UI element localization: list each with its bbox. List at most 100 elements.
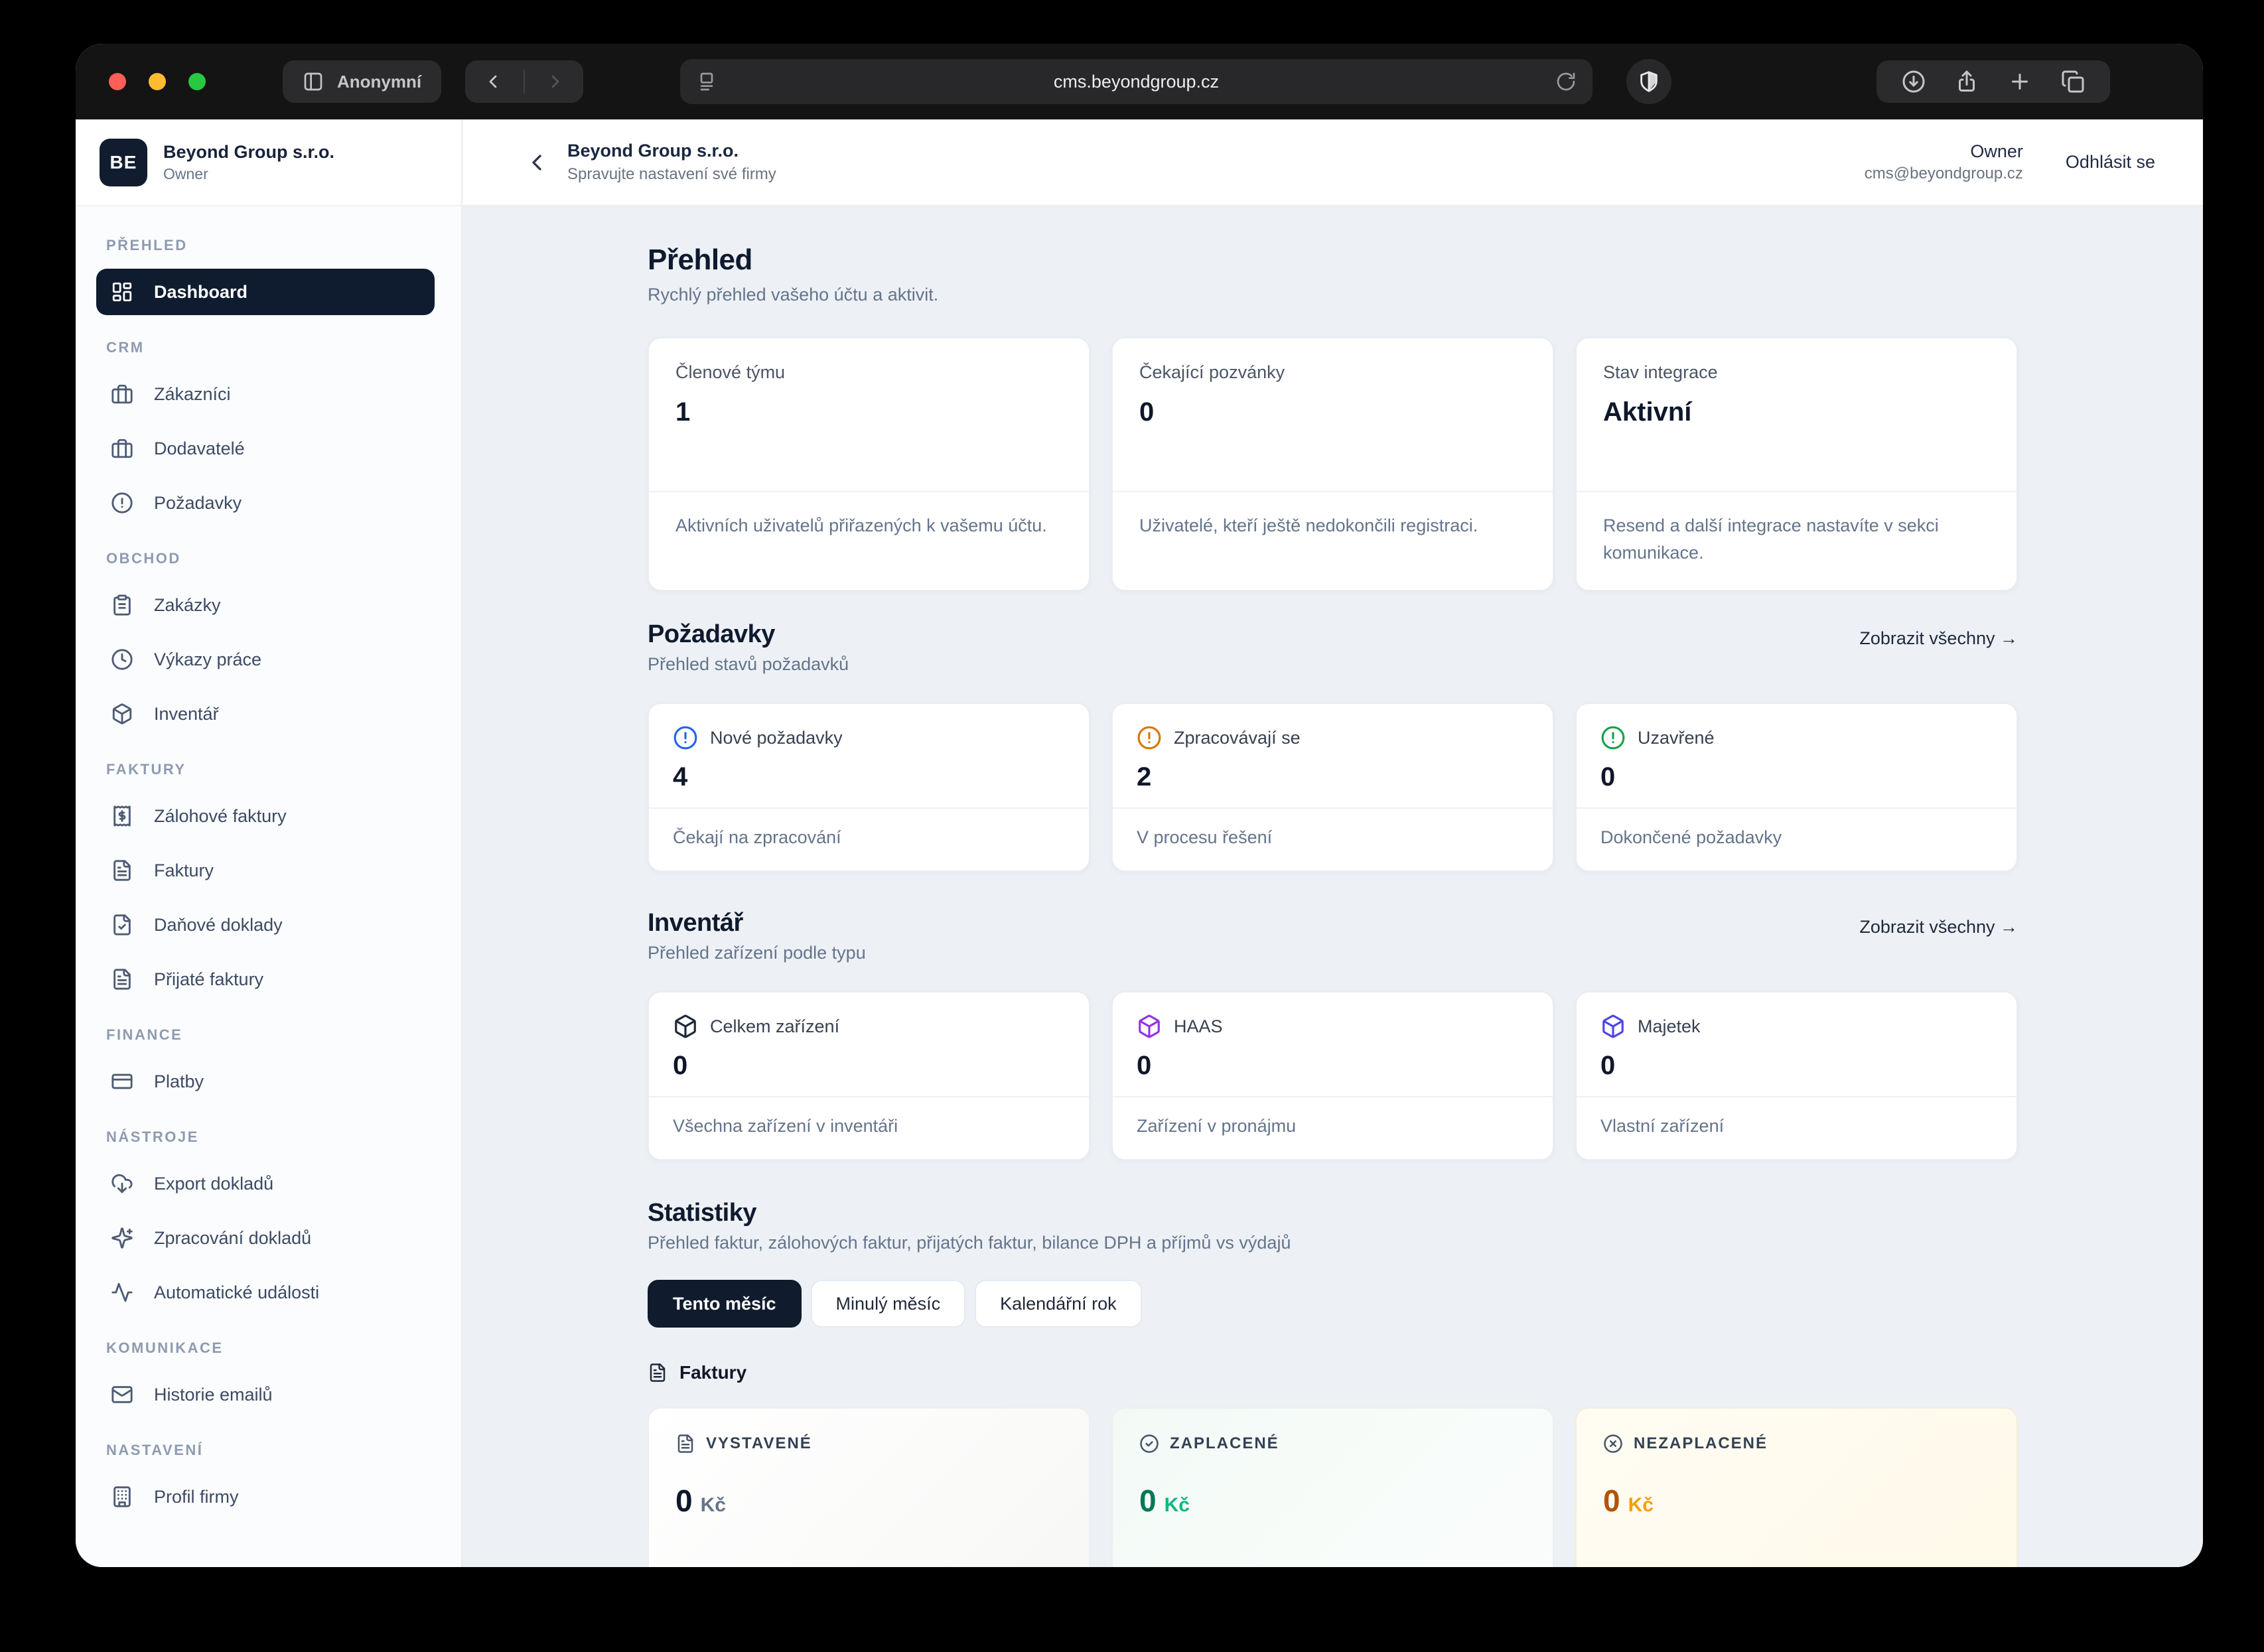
browser-titlebar: Anonymní cms.beyondgroup.cz: [76, 44, 2203, 119]
history-nav: [465, 60, 583, 103]
sidebar-item-dashboard[interactable]: Dashboard: [96, 269, 435, 315]
private-profile-badge[interactable]: Anonymní: [283, 60, 441, 103]
sidebar-item-zakazky[interactable]: Zakázky: [96, 582, 435, 628]
shield-icon: [1638, 70, 1660, 93]
card-description: Dokončené požadavky: [1577, 809, 2016, 870]
share-icon[interactable]: [1955, 70, 1979, 94]
header-role: Owner: [1865, 141, 2023, 162]
sidebar-item-label: Zpracování dokladů: [154, 1228, 311, 1249]
invoice-card-unpaid: NEZAPLACENÉ 0 Kč: [1575, 1407, 2018, 1567]
stat-card-total-devices: Celkem zařízení 0 Všechna zařízení v inv…: [648, 991, 1090, 1160]
forward-icon[interactable]: [545, 71, 566, 92]
zoom-window-button[interactable]: [188, 73, 206, 90]
sidebar-item-zpracovani-dokladu[interactable]: Zpracování dokladů: [96, 1215, 435, 1261]
profile-badge-label: Anonymní: [337, 72, 421, 92]
sidebar-item-label: Automatické události: [154, 1282, 319, 1303]
nav-section-prehled: PŘEHLED Dashboard: [76, 237, 461, 315]
alert-circle-icon: [1137, 725, 1162, 750]
card-value: 2: [1137, 762, 1529, 792]
invoice-card-currency: Kč: [1628, 1494, 1654, 1517]
minimize-window-button[interactable]: [149, 73, 166, 90]
reload-icon[interactable]: [1555, 71, 1577, 92]
package-icon: [673, 1014, 698, 1039]
sidebar-item-historie-emailu[interactable]: Historie emailů: [96, 1371, 435, 1418]
invoices-group-label: Faktury: [679, 1362, 746, 1383]
alert-circle-icon: [673, 725, 698, 750]
new-tab-icon[interactable]: [2008, 70, 2032, 94]
sidebar-item-pozadavky[interactable]: Požadavky: [96, 480, 435, 526]
nav-section-label: FINANCE: [106, 1026, 461, 1044]
briefcase-icon: [111, 383, 133, 405]
invoice-card-value: 0: [1139, 1483, 1157, 1519]
nav-section-obchod: OBCHOD Zakázky Výkazy práce Inventář: [76, 550, 461, 737]
tab-overview-icon[interactable]: [2061, 70, 2085, 94]
file-text-icon: [111, 859, 133, 882]
invoice-card-label: VYSTAVENÉ: [706, 1434, 812, 1453]
close-window-button[interactable]: [109, 73, 126, 90]
nav-section-label: CRM: [106, 339, 461, 356]
card-label: Majetek: [1638, 1016, 1701, 1037]
privacy-shield-button[interactable]: [1626, 59, 1671, 104]
back-icon[interactable]: [482, 71, 504, 92]
check-circle-icon: [1139, 1434, 1159, 1454]
nav-section-label: NASTAVENÍ: [106, 1442, 461, 1459]
card-title: Čekající pozvánky: [1139, 362, 1526, 383]
sidebar-item-export-dokladu[interactable]: Export dokladů: [96, 1160, 435, 1207]
card-description: Aktivních uživatelů přiřazených k vašemu…: [649, 492, 1089, 563]
sidebar-item-label: Export dokladů: [154, 1174, 273, 1194]
sidebar-item-faktury[interactable]: Faktury: [96, 847, 435, 894]
section-subtitle-requests: Přehled stavů požadavků: [648, 654, 2018, 675]
downloads-icon[interactable]: [1902, 70, 1926, 94]
sidebar-nav: PŘEHLED Dashboard CRM Zákazníci Dodavate…: [76, 206, 461, 1567]
statistics-period-tabs: Tento měsíc Minulý měsíc Kalendářní rok: [648, 1280, 2018, 1328]
x-circle-icon: [1603, 1434, 1623, 1454]
sidebar-item-prijate-faktury[interactable]: Přijaté faktury: [96, 956, 435, 1002]
sidebar-item-label: Zálohové faktury: [154, 806, 287, 827]
sidebar-item-profil-firmy[interactable]: Profil firmy: [96, 1474, 435, 1520]
sidebar-item-label: Zakázky: [154, 595, 221, 616]
sparkles-icon: [111, 1227, 133, 1249]
sidebar-item-dodavatele[interactable]: Dodavatelé: [96, 425, 435, 472]
back-button[interactable]: [522, 148, 551, 177]
tab-minuly-mesic[interactable]: Minulý měsíc: [811, 1280, 966, 1328]
requests-see-all-link[interactable]: Zobrazit všechny →: [1859, 628, 2018, 649]
card-description: Uživatelé, kteří ještě nedokončili regis…: [1113, 492, 1553, 563]
sidebar-item-automaticke-udalosti[interactable]: Automatické události: [96, 1269, 435, 1316]
sidebar-company-name: Beyond Group s.r.o.: [163, 141, 334, 163]
alert-circle-icon: [111, 492, 133, 514]
sidebar-item-vykazy-prace[interactable]: Výkazy práce: [96, 636, 435, 683]
invoice-card-label: NEZAPLACENÉ: [1634, 1434, 1768, 1453]
sidebar-item-platby[interactable]: Platby: [96, 1058, 435, 1105]
inventory-cards: Celkem zařízení 0 Všechna zařízení v inv…: [648, 991, 2018, 1160]
sidebar-role: Owner: [163, 165, 334, 183]
card-value: 0: [1600, 1051, 1993, 1081]
sidebar-item-inventar[interactable]: Inventář: [96, 691, 435, 737]
logout-button[interactable]: Odhlásit se: [2066, 152, 2155, 172]
invoice-card-issued: VYSTAVENÉ 0 Kč: [648, 1407, 1090, 1567]
stat-card-pending-invites: Čekající pozvánky 0 Uživatelé, kteří ješ…: [1111, 337, 1554, 591]
sidebar-account[interactable]: BE Beyond Group s.r.o. Owner: [76, 119, 461, 206]
invoice-card-label: ZAPLACENÉ: [1170, 1434, 1279, 1453]
page-scroll-area[interactable]: Přehled Rychlý přehled vašeho účtu a akt…: [462, 206, 2203, 1567]
sidebar-item-label: Dodavatelé: [154, 439, 245, 459]
mail-icon: [111, 1383, 133, 1406]
card-value: 4: [673, 762, 1065, 792]
tab-tento-mesic[interactable]: Tento měsíc: [648, 1280, 802, 1328]
reader-icon[interactable]: [696, 71, 717, 92]
clipboard-icon: [111, 594, 133, 616]
page-subtitle: Rychlý přehled vašeho účtu a aktivit.: [648, 285, 2018, 305]
tab-kalendarni-rok[interactable]: Kalendářní rok: [975, 1280, 1142, 1328]
sidebar-item-zakaznici[interactable]: Zákazníci: [96, 371, 435, 417]
sidebar-item-label: Požadavky: [154, 493, 242, 514]
address-bar[interactable]: cms.beyondgroup.cz: [680, 59, 1592, 104]
url-text[interactable]: cms.beyondgroup.cz: [717, 72, 1555, 92]
file-text-icon: [648, 1363, 668, 1383]
sidebar-item-zalohove-faktury[interactable]: Zálohové faktury: [96, 793, 435, 839]
sidebar-item-danove-doklady[interactable]: Daňové doklady: [96, 902, 435, 948]
chevron-left-icon: [524, 149, 550, 176]
inventory-see-all-link[interactable]: Zobrazit všechny →: [1859, 917, 2018, 937]
card-value: 0: [1139, 397, 1526, 427]
card-value: 0: [673, 1051, 1065, 1081]
stat-card-majetek: Majetek 0 Vlastní zařízení: [1575, 991, 2018, 1160]
activity-icon: [111, 1281, 133, 1304]
